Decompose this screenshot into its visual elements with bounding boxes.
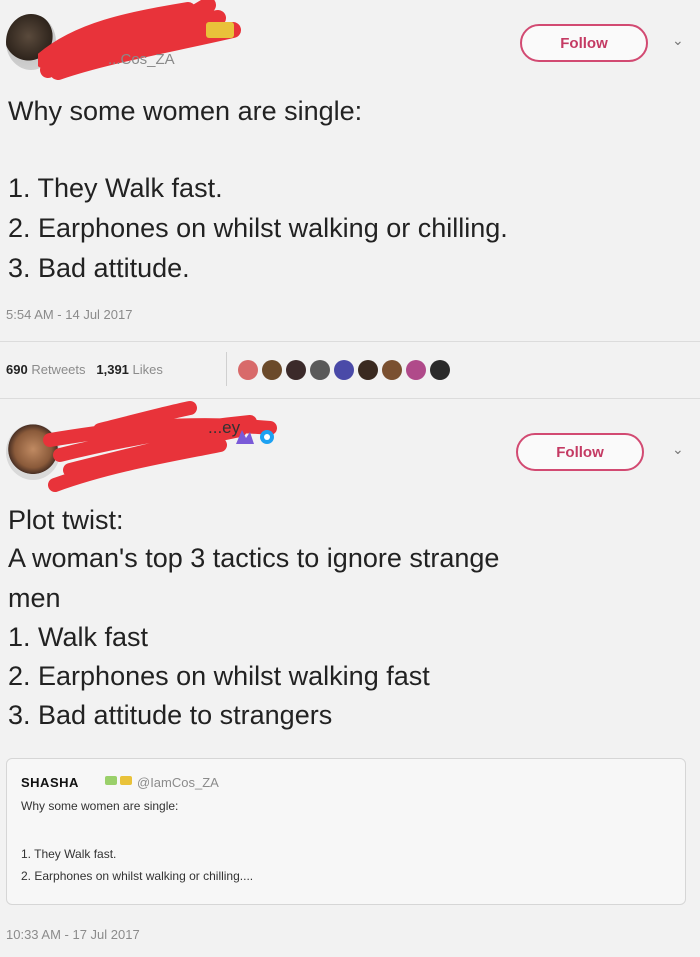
tweet2-line-5: 2. Earphones on whilst walking fast <box>8 661 430 691</box>
quoted-tweet-handle: @IamCos_ZA <box>137 775 219 790</box>
stats-separator <box>226 352 227 386</box>
tweet1-handle[interactable]: ...Cos_ZA <box>108 51 175 68</box>
likes-count[interactable]: 1,391 <box>96 362 129 377</box>
quoted-tweet[interactable]: SHASHA @IamCos_ZA Why some women are sin… <box>6 758 686 905</box>
tweet1-line-2: 1. They Walk fast. <box>8 173 223 203</box>
tweet1-line-4: 3. Bad attitude. <box>8 253 190 283</box>
quoted-tweet-line-1: Why some women are single: <box>21 799 179 813</box>
divider <box>0 398 700 399</box>
liker-avatar[interactable] <box>406 360 426 380</box>
tweet2-line-4: 1. Walk fast <box>8 622 149 652</box>
redaction-scribble <box>43 401 277 492</box>
purple-emoji-icon <box>236 430 254 444</box>
quoted-tweet-name: SHASHA <box>21 775 79 790</box>
liker-avatars <box>238 360 450 380</box>
tweet2-timestamp[interactable]: 10:33 AM - 17 Jul 2017 <box>6 927 140 942</box>
retweets-label[interactable]: Retweets <box>31 362 85 377</box>
tweet1-line-1: Why some women are single: <box>8 96 363 126</box>
crown-emoji-icon <box>206 22 234 38</box>
tweet2-line-6: 3. Bad attitude to strangers <box>8 700 333 730</box>
retweets-count[interactable]: 690 <box>6 362 28 377</box>
follow-button[interactable]: Follow <box>516 433 644 471</box>
chevron-down-icon[interactable]: ⌄ <box>672 441 684 458</box>
emoji-icon <box>105 776 133 788</box>
tweet2-line-2: A woman's top 3 tactics to ignore strang… <box>8 543 500 573</box>
quoted-tweet-line-3: 2. Earphones on whilst walking or chilli… <box>21 869 254 883</box>
liker-avatar[interactable] <box>382 360 402 380</box>
likes-label[interactable]: Likes <box>133 362 163 377</box>
follow-button[interactable]: Follow <box>520 24 648 62</box>
verified-badge-icon <box>260 430 274 444</box>
liker-avatar[interactable] <box>334 360 354 380</box>
liker-avatar[interactable] <box>310 360 330 380</box>
divider <box>0 341 700 342</box>
tweet2-line-3: men <box>8 583 61 613</box>
liker-avatar[interactable] <box>238 360 258 380</box>
tweet1-line-3: 2. Earphones on whilst walking or chilli… <box>8 213 508 243</box>
quoted-tweet-line-2: 1. They Walk fast. <box>21 847 117 861</box>
chevron-down-icon[interactable]: ⌄ <box>672 32 684 49</box>
redaction-scribble <box>38 0 241 80</box>
liker-avatar[interactable] <box>286 360 306 380</box>
liker-avatar[interactable] <box>430 360 450 380</box>
tweet1-stats: 690 Retweets 1,391 Likes <box>6 362 163 377</box>
tweet2-line-1: Plot twist: <box>8 505 124 535</box>
liker-avatar[interactable] <box>262 360 282 380</box>
liker-avatar[interactable] <box>358 360 378 380</box>
tweet1-timestamp[interactable]: 5:54 AM - 14 Jul 2017 <box>6 307 132 322</box>
